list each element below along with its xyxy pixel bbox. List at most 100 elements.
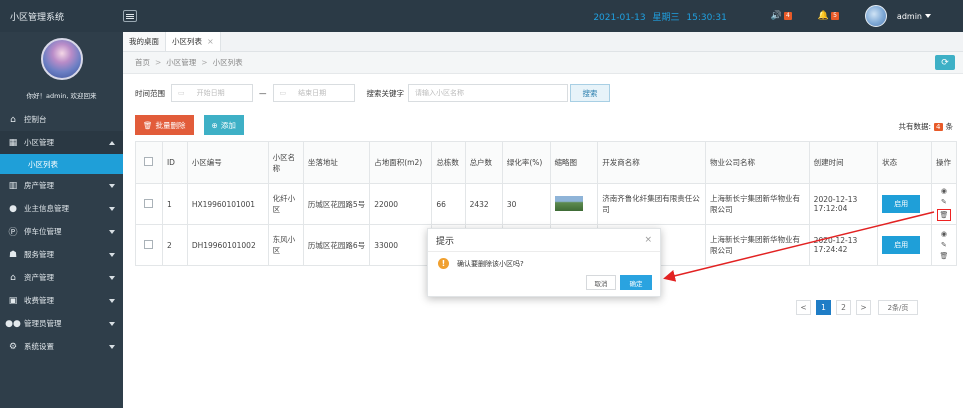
sidebar-item-label: 收费管理 bbox=[24, 296, 54, 305]
sidebar-item-settings[interactable]: ⚙ 系统设置 bbox=[0, 335, 123, 358]
cell-property: 上海新长宁集团新华物业有限公司 bbox=[705, 183, 810, 225]
row-checkbox-cell[interactable] bbox=[135, 183, 163, 225]
total-unit: 条 bbox=[945, 122, 954, 131]
gear-icon: ⚙ bbox=[8, 341, 18, 352]
column-header: 绿化率(%) bbox=[501, 141, 551, 184]
row-checkbox[interactable] bbox=[144, 239, 154, 249]
search-button[interactable]: 搜索 bbox=[570, 84, 610, 102]
keyword-input[interactable]: 请输入小区名称 bbox=[408, 84, 568, 102]
chevron-down-icon bbox=[109, 299, 115, 303]
user-menu[interactable]: admin bbox=[897, 12, 931, 21]
user-icon: ● bbox=[9, 203, 17, 214]
sidebar-item-label: 小区管理 bbox=[24, 138, 54, 147]
volume-badge: 4 bbox=[784, 12, 792, 20]
date: 2021-01-13 bbox=[593, 12, 646, 23]
cancel-button[interactable]: 取消 bbox=[586, 275, 616, 290]
bulk-delete-button[interactable]: 🗑 批量删除 bbox=[135, 115, 194, 135]
breadcrumb-home[interactable]: 首页 bbox=[135, 57, 150, 68]
cell-created: 2020-12-13 17:12:04 bbox=[808, 183, 879, 225]
breadcrumb-current: 小区列表 bbox=[212, 58, 243, 67]
volume-notification[interactable]: 🔊 4 bbox=[771, 11, 792, 21]
user-avatar[interactable] bbox=[864, 5, 887, 27]
sidebar-item-admins[interactable]: ●● 管理员管理 bbox=[0, 312, 123, 335]
sidebar-item-label: 管理员管理 bbox=[24, 319, 62, 328]
invoice-icon: ▣ bbox=[8, 295, 18, 306]
start-date-input[interactable]: ▭ 开始日期 bbox=[171, 84, 253, 102]
cell-code: HX19960101001 bbox=[186, 183, 269, 225]
column-header: 创建时间 bbox=[808, 141, 879, 184]
user-name: admin bbox=[896, 11, 922, 21]
chevron-down-icon bbox=[109, 253, 115, 257]
cell-buildings: 66 bbox=[431, 183, 466, 225]
status-button[interactable]: 启用 bbox=[882, 236, 921, 254]
page-2-button[interactable]: 2 bbox=[836, 300, 851, 315]
page-1-button[interactable]: 1 bbox=[816, 300, 831, 315]
row-checkbox-cell[interactable] bbox=[135, 224, 163, 266]
users-icon: ●● bbox=[5, 318, 21, 329]
chevron-down-icon bbox=[109, 276, 115, 280]
cell-thumbnail bbox=[549, 183, 599, 225]
confirm-button[interactable]: 确定 bbox=[620, 275, 652, 290]
close-icon[interactable]: × bbox=[644, 235, 652, 245]
chevron-down-icon bbox=[109, 230, 115, 234]
cell-id: 1 bbox=[161, 183, 188, 225]
prev-page-button[interactable]: < bbox=[796, 300, 811, 315]
sidebar-item-dashboard[interactable]: ⌂ 控制台 bbox=[0, 108, 123, 131]
home-icon: ⌂ bbox=[10, 114, 16, 125]
delete-icon[interactable]: 🗑 bbox=[936, 209, 952, 221]
dialog-title: 提示 bbox=[436, 236, 455, 247]
bell-notification[interactable]: 🔔 5 bbox=[818, 11, 839, 21]
chevron-down-icon bbox=[109, 322, 115, 326]
end-date-input[interactable]: ▭ 结束日期 bbox=[272, 84, 355, 102]
start-date-placeholder: 开始日期 bbox=[196, 89, 225, 97]
cell-address: 历城区花园路5号 bbox=[302, 183, 371, 225]
table-row: 1 HX19960101001 化纤小区 历城区花园路5号 22000 66 2… bbox=[135, 183, 958, 225]
action-row: 🗑 批量删除 ⊕ 添加 bbox=[135, 115, 244, 135]
sidebar-item-parking[interactable]: Ⓟ 停车位管理 bbox=[0, 220, 123, 243]
sidebar-item-service[interactable]: ☗ 服务管理 bbox=[0, 243, 123, 266]
breadcrumb-community[interactable]: 小区管理 bbox=[166, 57, 196, 68]
page-size-select[interactable]: 2条/页 bbox=[878, 300, 918, 315]
delete-icon[interactable]: 🗑 bbox=[940, 252, 949, 260]
total-label: 共有数据: bbox=[898, 122, 932, 131]
edit-icon[interactable]: ✎ bbox=[941, 198, 947, 206]
menu-toggle-icon[interactable] bbox=[123, 10, 137, 22]
sidebar-item-assets[interactable]: ⌂ 资产管理 bbox=[0, 266, 123, 289]
refresh-button[interactable]: ⟳ bbox=[935, 55, 955, 70]
bulk-delete-label: 批量删除 bbox=[155, 120, 186, 130]
tab-community-list[interactable]: 小区列表 × bbox=[166, 32, 221, 51]
bell-badge: 5 bbox=[831, 12, 839, 20]
sidebar-nav: ⌂ 控制台 ▦ 小区管理 小区列表 ▥ 房产管理 ● 业主信息管理 Ⓟ 停车位管… bbox=[0, 108, 123, 358]
close-icon[interactable]: × bbox=[207, 37, 214, 46]
building-icon: ▥ bbox=[8, 180, 18, 191]
add-button[interactable]: ⊕ 添加 bbox=[203, 115, 244, 135]
cell-name: 东风小区 bbox=[267, 224, 304, 266]
weekday: 星期三 bbox=[652, 12, 680, 23]
edit-icon[interactable]: ✎ bbox=[941, 241, 947, 249]
sidebar-item-community[interactable]: ▦ 小区管理 bbox=[0, 131, 123, 154]
status-button[interactable]: 启用 bbox=[882, 195, 921, 213]
header-checkbox-cell[interactable] bbox=[135, 141, 163, 184]
cell-area: 33000 bbox=[369, 224, 433, 266]
sidebar-item-property[interactable]: ▥ 房产管理 bbox=[0, 174, 123, 197]
breadcrumb: 首页 > 小区管理 > 小区列表 ⟳ bbox=[123, 52, 963, 74]
datetime: 2021-01-13 星期三 15:30:31 bbox=[593, 10, 731, 23]
cell-developer: 济南齐鲁化纤集团有限责任公司 bbox=[597, 183, 707, 225]
bank-icon: ⌂ bbox=[10, 272, 16, 283]
end-date-placeholder: 结束日期 bbox=[298, 89, 327, 97]
next-page-button[interactable]: > bbox=[856, 300, 871, 315]
trash-icon: 🗑 bbox=[143, 120, 153, 130]
chevron-down-icon bbox=[109, 207, 115, 211]
sidebar-item-community-list[interactable]: 小区列表 bbox=[0, 154, 123, 174]
row-checkbox[interactable] bbox=[144, 198, 154, 208]
view-icon[interactable]: ◉ bbox=[941, 230, 947, 238]
search-row: 时间范围 ▭ 开始日期 — ▭ 结束日期 搜索关键字 请输入小区名称 搜索 bbox=[135, 84, 610, 102]
sidebar-item-owner[interactable]: ● 业主信息管理 bbox=[0, 197, 123, 220]
tab-desktop[interactable]: 我的桌面 bbox=[123, 32, 166, 51]
view-icon[interactable]: ◉ bbox=[941, 187, 947, 195]
sidebar-item-fees[interactable]: ▣ 收费管理 bbox=[0, 289, 123, 312]
column-header: 小区编号 bbox=[186, 141, 269, 184]
select-all-checkbox[interactable] bbox=[144, 157, 154, 166]
column-header: 状态 bbox=[877, 141, 932, 184]
chevron-down-icon bbox=[109, 184, 115, 188]
